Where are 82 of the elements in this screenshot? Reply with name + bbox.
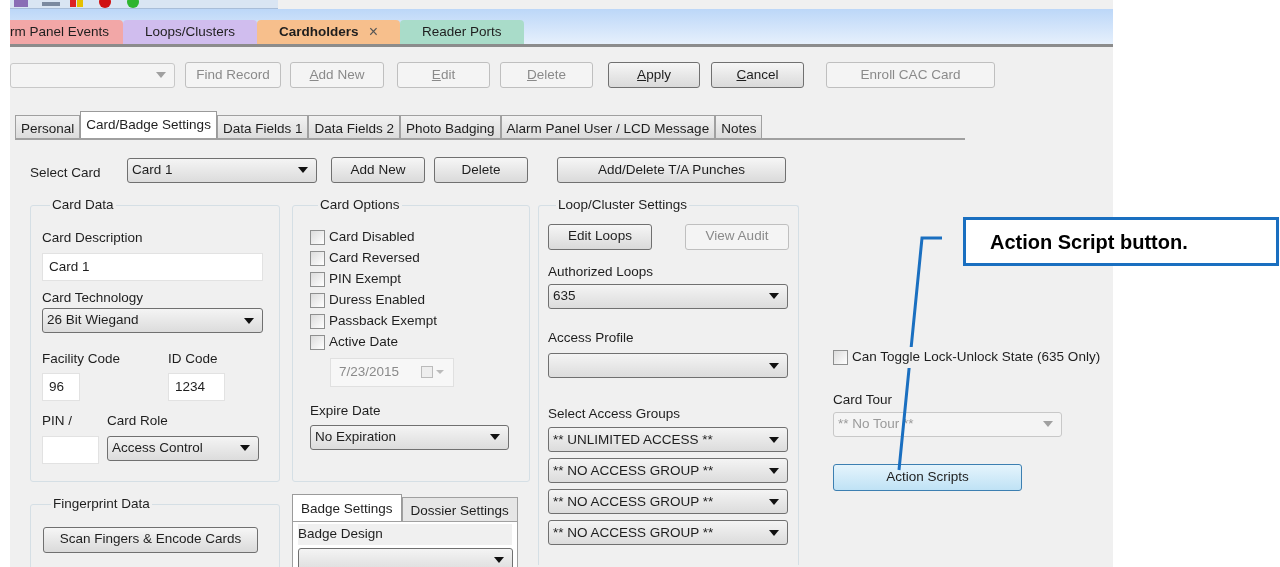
- caret-icon: [769, 293, 779, 300]
- dropdown[interactable]: [548, 353, 788, 378]
- caret-icon: [490, 434, 500, 441]
- input-field[interactable]: [42, 435, 99, 464]
- checkbox-label: Can Toggle Lock-Unlock State (635 Only): [852, 347, 1101, 368]
- caret-icon: [298, 167, 308, 174]
- callout-box: Action Script button.: [963, 217, 1279, 266]
- record-tab[interactable]: Personal: [15, 115, 81, 138]
- field-label: PIN /: [42, 412, 73, 431]
- caret-icon: [244, 317, 254, 324]
- dropdown[interactable]: No Expiration: [310, 424, 509, 450]
- input-field[interactable]: 96: [42, 373, 80, 402]
- document-tab[interactable]: Loops/Clusters: [123, 20, 258, 44]
- caret-icon: [769, 436, 779, 443]
- input-field[interactable]: 1234: [168, 373, 225, 402]
- field-label: Select Access Groups: [548, 405, 682, 423]
- dropdown[interactable]: ** UNLIMITED ACCESS **: [548, 427, 788, 453]
- record-tab[interactable]: Card/Badge Settings: [80, 111, 217, 138]
- field-label: Expire Date: [310, 401, 382, 420]
- checkbox[interactable]: [310, 271, 325, 287]
- field-label: Card Technology: [42, 288, 145, 307]
- dropdown[interactable]: Card 1: [127, 157, 317, 183]
- checkbox-label: PIN Exempt: [329, 269, 402, 288]
- document-tab[interactable]: Reader Ports: [399, 20, 524, 44]
- close-button[interactable]: ×: [368, 20, 378, 44]
- caret-icon: [156, 72, 166, 78]
- record-tab[interactable]: Data Fields 1: [216, 115, 309, 138]
- document-tab[interactable]: rm Panel Events: [10, 20, 124, 44]
- field-label: Facility Code: [42, 350, 122, 368]
- button[interactable]: Apply: [608, 62, 700, 88]
- action-scripts-button[interactable]: Action Scripts: [833, 463, 1022, 491]
- caret-icon: [769, 362, 779, 369]
- caret-icon: [1043, 421, 1053, 428]
- document-tab[interactable]: Cardholders ×: [257, 20, 400, 44]
- field-label: Card Tour: [833, 390, 894, 409]
- field-label: Card Role: [107, 412, 169, 431]
- field-label: ID Code: [168, 350, 219, 368]
- button[interactable]: Scan Fingers & Encode Cards: [43, 526, 258, 553]
- checkbox[interactable]: [310, 313, 325, 329]
- checkbox[interactable]: [310, 292, 325, 308]
- group-title: Fingerprint Data: [52, 495, 151, 514]
- checkbox-label: Active Date: [329, 332, 399, 351]
- caret-icon: [494, 557, 504, 563]
- record-tab[interactable]: Alarm Panel User / LCD Message: [500, 115, 716, 138]
- dropdown[interactable]: 26 Bit Wiegand: [42, 308, 263, 333]
- field-label: Card Description: [42, 228, 144, 247]
- record-tab[interactable]: Data Fields 2: [308, 115, 400, 138]
- record-tab[interactable]: Notes: [715, 115, 763, 138]
- checkbox-label: Card Reversed: [329, 248, 420, 267]
- badge-tab[interactable]: Badge Settings: [292, 494, 402, 522]
- input-field[interactable]: Card 1: [42, 252, 263, 281]
- caret-icon: [769, 529, 779, 536]
- checkbox[interactable]: [310, 250, 325, 266]
- dropdown[interactable]: ** NO ACCESS GROUP **: [548, 458, 788, 484]
- dropdown[interactable]: ** NO ACCESS GROUP **: [548, 489, 788, 515]
- dropdown[interactable]: [298, 547, 513, 567]
- checkbox[interactable]: [310, 229, 325, 245]
- dropdown[interactable]: Access Control: [107, 435, 259, 461]
- record-tab[interactable]: Photo Badging: [400, 115, 501, 138]
- field-label: Select Card: [30, 164, 102, 182]
- caret-icon: [769, 498, 779, 505]
- button[interactable]: Add New: [331, 157, 425, 184]
- field-label: Badge Design: [298, 524, 512, 545]
- group-title: Card Options: [319, 196, 401, 215]
- caret-icon: [769, 467, 779, 474]
- caret-icon: [240, 445, 250, 451]
- checkbox-label: Duress Enabled: [329, 290, 426, 309]
- button[interactable]: Delete: [434, 157, 528, 184]
- checkbox[interactable]: [833, 349, 848, 365]
- field-label: Authorized Loops: [548, 262, 655, 281]
- field-label: Access Profile: [548, 328, 635, 347]
- group-title: Loop/Cluster Settings: [557, 196, 689, 215]
- button[interactable]: Edit Loops: [548, 223, 652, 250]
- dropdown[interactable]: ** NO ACCESS GROUP **: [548, 520, 788, 546]
- checkbox-label: Passback Exempt: [329, 311, 438, 330]
- group-title: Card Data: [51, 196, 115, 215]
- button[interactable]: Cancel: [711, 62, 804, 88]
- dropdown[interactable]: 635: [548, 283, 788, 309]
- badge-tab[interactable]: Dossier Settings: [401, 497, 518, 522]
- checkbox[interactable]: [310, 334, 325, 350]
- checkbox-label: Card Disabled: [329, 227, 415, 246]
- button[interactable]: Add/Delete T/A Punches: [557, 157, 786, 184]
